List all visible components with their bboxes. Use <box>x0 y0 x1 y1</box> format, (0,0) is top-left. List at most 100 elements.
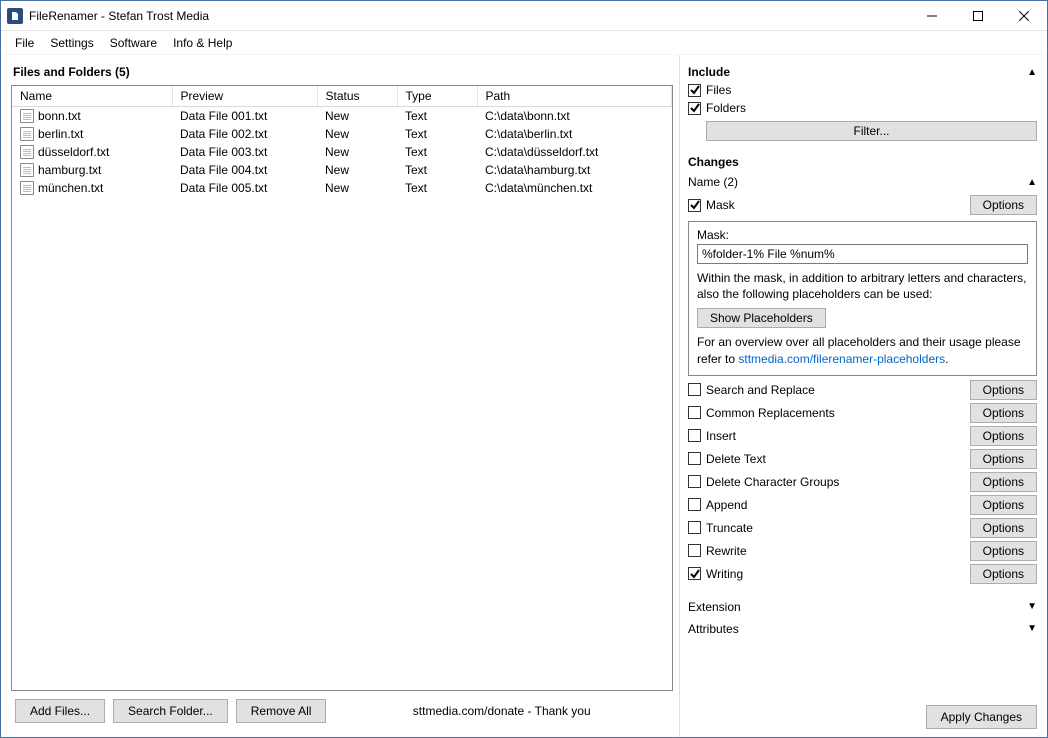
name-section-label: Name (2) <box>688 175 738 189</box>
cell-name: düsseldorf.txt <box>38 145 109 159</box>
search and replace-checkbox[interactable] <box>688 383 701 396</box>
add-files-button[interactable]: Add Files... <box>15 699 105 723</box>
append-checkbox[interactable] <box>688 498 701 511</box>
include-header[interactable]: Include ▲ <box>688 63 1037 81</box>
writing-options-button[interactable]: Options <box>970 564 1037 584</box>
folders-label: Folders <box>706 101 746 115</box>
common replacements-options-button[interactable]: Options <box>970 403 1037 423</box>
cell-name: hamburg.txt <box>38 163 101 177</box>
cell-status: New <box>317 107 397 126</box>
change-row-label: Append <box>706 498 747 512</box>
cell-type: Text <box>397 125 477 143</box>
cell-path: C:\data\münchen.txt <box>477 179 672 197</box>
writing-checkbox[interactable] <box>688 567 701 580</box>
search and replace-options-button[interactable]: Options <box>970 380 1037 400</box>
change-row-label: Common Replacements <box>706 406 835 420</box>
cell-type: Text <box>397 107 477 126</box>
attributes-section[interactable]: Attributes ▼ <box>688 618 1037 640</box>
common replacements-checkbox[interactable] <box>688 406 701 419</box>
apply-changes-button[interactable]: Apply Changes <box>926 705 1037 729</box>
table-row[interactable]: hamburg.txt Data File 004.txt New Text C… <box>12 161 672 179</box>
placeholders-link[interactable]: sttmedia.com/filerenamer-placeholders <box>738 352 945 366</box>
mask-panel: Mask: Within the mask, in addition to ar… <box>688 221 1037 376</box>
filter-button[interactable]: Filter... <box>706 121 1037 141</box>
col-name[interactable]: Name <box>12 86 172 107</box>
insert-options-button[interactable]: Options <box>970 426 1037 446</box>
mask-help2: For an overview over all placeholders an… <box>697 334 1028 366</box>
attributes-label: Attributes <box>688 622 739 636</box>
cell-status: New <box>317 161 397 179</box>
search-folder-button[interactable]: Search Folder... <box>113 699 228 723</box>
name-section[interactable]: Name (2) ▲ <box>688 171 1037 193</box>
titlebar: FileRenamer - Stefan Trost Media <box>1 1 1047 31</box>
cell-status: New <box>317 179 397 197</box>
cell-path: C:\data\hamburg.txt <box>477 161 672 179</box>
col-path[interactable]: Path <box>477 86 672 107</box>
mask-field-label: Mask: <box>697 228 1028 242</box>
mask-checkbox[interactable] <box>688 199 701 212</box>
changes-header: Changes <box>688 153 1037 171</box>
cell-status: New <box>317 125 397 143</box>
collapse-icon: ▲ <box>1027 177 1037 188</box>
files-label: Files <box>706 83 731 97</box>
cell-type: Text <box>397 143 477 161</box>
menu-settings[interactable]: Settings <box>42 33 101 53</box>
cell-type: Text <box>397 179 477 197</box>
delete character groups-options-button[interactable]: Options <box>970 472 1037 492</box>
truncate-options-button[interactable]: Options <box>970 518 1037 538</box>
include-title: Include <box>688 65 730 79</box>
window-title: FileRenamer - Stefan Trost Media <box>29 9 209 23</box>
menu-file[interactable]: File <box>7 33 42 53</box>
truncate-checkbox[interactable] <box>688 521 701 534</box>
menubar: File Settings Software Info & Help <box>1 31 1047 55</box>
donate-text: sttmedia.com/donate - Thank you <box>413 704 591 718</box>
table-row[interactable]: düsseldorf.txt Data File 003.txt New Tex… <box>12 143 672 161</box>
col-preview[interactable]: Preview <box>172 86 317 107</box>
app-icon <box>7 8 23 24</box>
collapse-icon: ▲ <box>1027 67 1037 78</box>
file-icon <box>20 145 34 159</box>
delete text-checkbox[interactable] <box>688 452 701 465</box>
cell-name: münchen.txt <box>38 181 103 195</box>
change-row-label: Truncate <box>706 521 753 535</box>
col-type[interactable]: Type <box>397 86 477 107</box>
remove-all-button[interactable]: Remove All <box>236 699 327 723</box>
delete character groups-checkbox[interactable] <box>688 475 701 488</box>
files-header: Files and Folders (5) <box>11 63 673 85</box>
delete text-options-button[interactable]: Options <box>970 449 1037 469</box>
col-status[interactable]: Status <box>317 86 397 107</box>
table-row[interactable]: berlin.txt Data File 002.txt New Text C:… <box>12 125 672 143</box>
rewrite-options-button[interactable]: Options <box>970 541 1037 561</box>
change-row-label: Insert <box>706 429 736 443</box>
expand-icon: ▼ <box>1027 623 1037 634</box>
append-options-button[interactable]: Options <box>970 495 1037 515</box>
insert-checkbox[interactable] <box>688 429 701 442</box>
change-row-label: Rewrite <box>706 544 747 558</box>
files-table[interactable]: Name Preview Status Type Path bonn.txt D… <box>11 85 673 691</box>
minimize-button[interactable] <box>909 1 955 31</box>
menu-info[interactable]: Info & Help <box>165 33 240 53</box>
changes-title: Changes <box>688 155 739 169</box>
folders-checkbox[interactable] <box>688 102 701 115</box>
mask-input[interactable] <box>697 244 1028 264</box>
mask-options-button[interactable]: Options <box>970 195 1037 215</box>
cell-preview: Data File 002.txt <box>172 125 317 143</box>
rewrite-checkbox[interactable] <box>688 544 701 557</box>
cell-type: Text <box>397 161 477 179</box>
cell-preview: Data File 001.txt <box>172 107 317 126</box>
maximize-button[interactable] <box>955 1 1001 31</box>
files-checkbox[interactable] <box>688 84 701 97</box>
extension-section[interactable]: Extension ▼ <box>688 596 1037 618</box>
cell-path: C:\data\bonn.txt <box>477 107 672 126</box>
table-row[interactable]: münchen.txt Data File 005.txt New Text C… <box>12 179 672 197</box>
change-row-label: Delete Text <box>706 452 766 466</box>
close-button[interactable] <box>1001 1 1047 31</box>
cell-preview: Data File 004.txt <box>172 161 317 179</box>
table-row[interactable]: bonn.txt Data File 001.txt New Text C:\d… <box>12 107 672 126</box>
file-icon <box>20 109 34 123</box>
show-placeholders-button[interactable]: Show Placeholders <box>697 308 826 328</box>
menu-software[interactable]: Software <box>102 33 165 53</box>
mask-label: Mask <box>706 198 735 212</box>
file-icon <box>20 181 34 195</box>
cell-path: C:\data\düsseldorf.txt <box>477 143 672 161</box>
